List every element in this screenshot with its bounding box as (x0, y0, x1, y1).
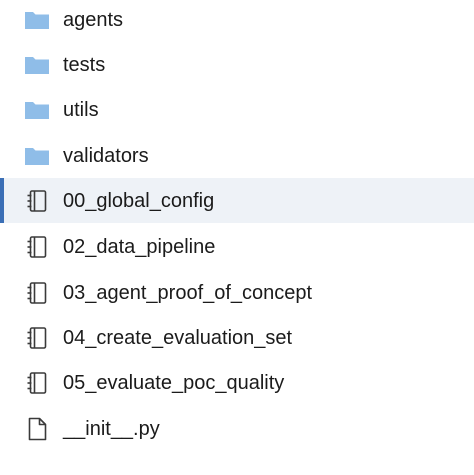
list-item-folder-validators[interactable]: validators (0, 133, 474, 178)
list-item-label: 04_create_evaluation_set (63, 326, 293, 349)
folder-icon (24, 7, 50, 33)
list-item-notebook-03-agent-proof-of-concept[interactable]: 03_agent_proof_of_concept (0, 270, 474, 315)
list-item-label: 02_data_pipeline (63, 235, 216, 258)
notebook-icon (24, 280, 50, 306)
list-item-label: tests (63, 53, 106, 76)
folder-icon (24, 97, 50, 123)
notebook-icon (24, 370, 50, 396)
list-item-label: agents (63, 8, 124, 31)
notebook-icon (24, 188, 50, 214)
list-item-folder-tests[interactable]: tests (0, 42, 474, 87)
list-item-file-init-py[interactable]: __init__.py (0, 406, 474, 451)
list-item-label: 00_global_config (63, 189, 215, 212)
list-item-folder-agents[interactable]: agents (0, 0, 474, 42)
list-item-label: validators (63, 144, 149, 167)
folder-icon (24, 143, 50, 169)
list-item-notebook-05-evaluate-poc-quality[interactable]: 05_evaluate_poc_quality (0, 360, 474, 405)
list-item-label: 05_evaluate_poc_quality (63, 371, 285, 394)
notebook-icon (24, 325, 50, 351)
list-item-notebook-00-global-config[interactable]: 00_global_config (0, 178, 474, 223)
notebook-icon (24, 234, 50, 260)
folder-icon (24, 52, 50, 78)
list-item-folder-utils[interactable]: utils (0, 87, 474, 132)
list-item-label: 03_agent_proof_of_concept (63, 281, 313, 304)
list-item-notebook-02-data-pipeline[interactable]: 02_data_pipeline (0, 224, 474, 269)
list-item-label: __init__.py (63, 417, 160, 440)
list-item-notebook-04-create-evaluation-set[interactable]: 04_create_evaluation_set (0, 315, 474, 360)
list-item-label: utils (63, 98, 99, 121)
file-browser-list: agents tests utils validators 00_global_… (0, 0, 474, 475)
file-icon (24, 416, 50, 442)
